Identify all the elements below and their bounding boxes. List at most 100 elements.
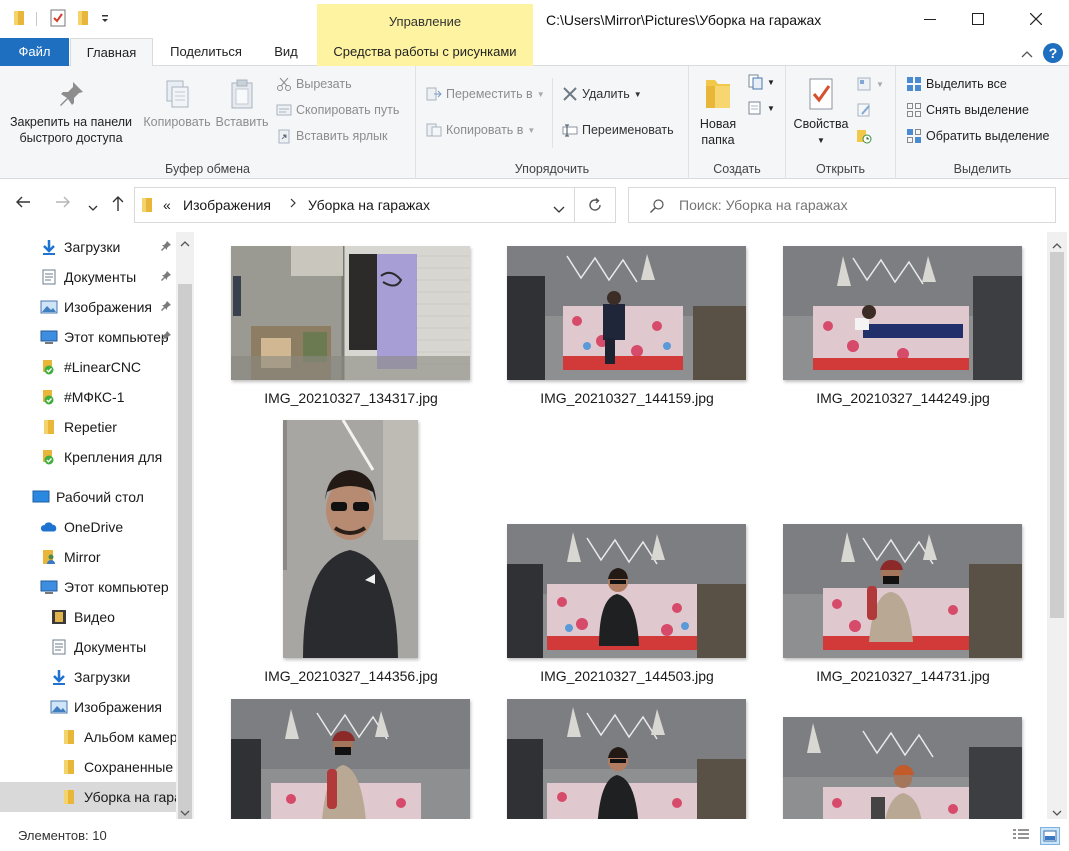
refresh-button[interactable] xyxy=(575,187,616,223)
tab-view[interactable]: Вид xyxy=(262,38,310,66)
nav-item-linearcnc[interactable]: #LinearCNC xyxy=(0,352,176,382)
file-thumbnail[interactable] xyxy=(783,524,1022,658)
delete-button[interactable]: Удалить ▼ xyxy=(562,86,642,102)
nav-item-mfks-1[interactable]: #МФКС-1 xyxy=(0,382,176,412)
nav-item-this-pc[interactable]: Этот компьютер xyxy=(0,572,176,602)
nav-scrollbar[interactable] xyxy=(176,232,194,844)
nav-item-pictures-pinned[interactable]: Изображения xyxy=(0,292,176,322)
pin-icon[interactable] xyxy=(160,330,172,342)
new-item-button[interactable]: ▼ xyxy=(747,74,775,90)
paste-shortcut-button[interactable]: Вставить ярлык xyxy=(276,128,388,144)
pin-icon[interactable] xyxy=(160,300,172,312)
pin-icon[interactable] xyxy=(160,240,172,252)
file-thumbnail[interactable] xyxy=(231,699,470,819)
select-none-button[interactable]: Снять выделение xyxy=(906,102,1029,118)
search-input[interactable] xyxy=(679,197,1039,213)
open-button[interactable]: ▼ xyxy=(856,76,884,92)
customize-quick-access-icon[interactable] xyxy=(100,12,116,30)
help-icon[interactable]: ? xyxy=(1043,43,1063,63)
copy-button[interactable]: Копировать xyxy=(140,78,214,130)
file-name[interactable]: IMG_20210327_144159.jpg xyxy=(507,390,747,406)
invert-selection-button[interactable]: Обратить выделение xyxy=(906,128,1049,144)
new-folder-button[interactable]: Новая папка xyxy=(691,76,745,148)
properties-button[interactable]: Свойства ▼ xyxy=(790,76,852,149)
ribbon-help-area: ? xyxy=(1021,43,1063,63)
select-all-button[interactable]: Выделить все xyxy=(906,76,1007,92)
nav-item-repetier[interactable]: Repetier xyxy=(0,412,176,442)
new-folder-icon[interactable] xyxy=(76,9,92,27)
nav-item-downloads-pinned[interactable]: Загрузки xyxy=(0,232,176,262)
address-history-dropdown[interactable] xyxy=(553,202,565,217)
move-to-button[interactable]: Переместить в ▼ xyxy=(426,86,545,102)
breadcrumb-current-folder[interactable]: Уборка на гаражах xyxy=(308,197,430,213)
nav-item-downloads[interactable]: Загрузки xyxy=(0,662,176,692)
paste-button[interactable]: Вставить xyxy=(214,78,270,130)
address-bar[interactable]: « Изображения Уборка на гаражах xyxy=(134,187,575,223)
file-name[interactable]: IMG_20210327_144249.jpg xyxy=(783,390,1023,406)
file-thumbnail[interactable] xyxy=(783,246,1022,380)
nav-item-camera-roll[interactable]: Альбом камеры xyxy=(0,722,176,752)
history-button[interactable] xyxy=(856,128,872,144)
tab-file[interactable]: Файл xyxy=(0,38,69,66)
properties-check-icon[interactable] xyxy=(50,9,66,27)
copy-path-button[interactable]: Скопировать путь xyxy=(276,102,399,118)
nav-item-garage-cleanup[interactable]: Уборка на гаражах xyxy=(0,782,176,812)
file-thumbnail[interactable] xyxy=(231,246,470,380)
nav-item-saved-pictures[interactable]: Сохраненные xyxy=(0,752,176,782)
pin-icon[interactable] xyxy=(160,270,172,282)
file-name[interactable]: IMG_20210327_134317.jpg xyxy=(231,390,471,406)
file-thumbnail[interactable] xyxy=(783,717,1022,819)
tab-picture-tools[interactable]: Средства работы с рисунками xyxy=(317,38,533,66)
file-thumbnail[interactable] xyxy=(507,699,746,819)
recent-locations-button[interactable] xyxy=(88,199,98,217)
file-thumbnail[interactable] xyxy=(283,420,418,658)
scroll-up-icon[interactable] xyxy=(180,236,190,251)
nav-item-mirror[interactable]: Mirror xyxy=(0,542,176,572)
tab-share[interactable]: Поделиться xyxy=(160,38,252,66)
up-button[interactable] xyxy=(110,194,126,217)
dropdown-arrow-icon: ▼ xyxy=(767,103,775,113)
back-arrow-icon xyxy=(16,196,30,208)
scroll-down-icon[interactable] xyxy=(180,805,190,820)
nav-item-label: Видео xyxy=(74,609,115,625)
content-scroll-thumb[interactable] xyxy=(1050,252,1064,618)
easy-access-button[interactable]: ▼ xyxy=(747,100,775,116)
breadcrumb-chevron-icon[interactable] xyxy=(289,196,297,212)
breadcrumb-overflow[interactable]: « xyxy=(163,197,171,213)
file-name[interactable]: IMG_20210327_144503.jpg xyxy=(507,668,747,684)
folder-icon[interactable] xyxy=(12,9,28,27)
breadcrumb-pictures[interactable]: Изображения xyxy=(183,197,271,213)
file-thumbnail[interactable] xyxy=(507,246,746,380)
nav-item-onedrive[interactable]: OneDrive xyxy=(0,512,176,542)
large-icons-view-icon[interactable] xyxy=(1040,827,1060,845)
collapse-ribbon-icon[interactable] xyxy=(1021,46,1033,61)
search-box[interactable] xyxy=(628,187,1056,223)
copy-to-button[interactable]: Копировать в ▼ xyxy=(426,122,535,138)
scroll-up-icon[interactable] xyxy=(1052,238,1062,253)
forward-button[interactable] xyxy=(54,194,72,215)
cut-button[interactable]: Вырезать xyxy=(276,76,352,92)
nav-item-this-pc-pinned[interactable]: Этот компьютер xyxy=(0,322,176,352)
maximize-button[interactable] xyxy=(955,0,1001,38)
nav-item-desktop[interactable]: Рабочий стол xyxy=(0,482,176,512)
tab-home[interactable]: Главная xyxy=(70,38,153,67)
close-button[interactable] xyxy=(1013,0,1059,38)
edit-button[interactable] xyxy=(856,102,872,118)
back-button[interactable] xyxy=(14,194,32,215)
nav-item-pictures[interactable]: Изображения xyxy=(0,692,176,722)
nav-item-documents-pinned[interactable]: Документы xyxy=(0,262,176,292)
nav-scroll-thumb[interactable] xyxy=(178,284,192,844)
scroll-down-icon[interactable] xyxy=(1052,805,1062,820)
details-view-icon[interactable] xyxy=(1012,827,1030,846)
file-name[interactable]: IMG_20210327_144356.jpg xyxy=(231,668,471,684)
file-thumbnail[interactable] xyxy=(507,524,746,658)
user-icon xyxy=(40,548,58,566)
file-name[interactable]: IMG_20210327_144731.jpg xyxy=(783,668,1023,684)
pin-to-quick-access-button[interactable]: Закрепить на панели быстрого доступа xyxy=(6,78,136,146)
content-scrollbar[interactable] xyxy=(1047,232,1067,819)
minimize-button[interactable] xyxy=(907,0,953,38)
nav-item-documents[interactable]: Документы xyxy=(0,632,176,662)
rename-button[interactable]: Переименовать xyxy=(562,122,674,138)
nav-item-mounts[interactable]: Крепления для xyxy=(0,442,176,472)
nav-item-videos[interactable]: Видео xyxy=(0,602,176,632)
